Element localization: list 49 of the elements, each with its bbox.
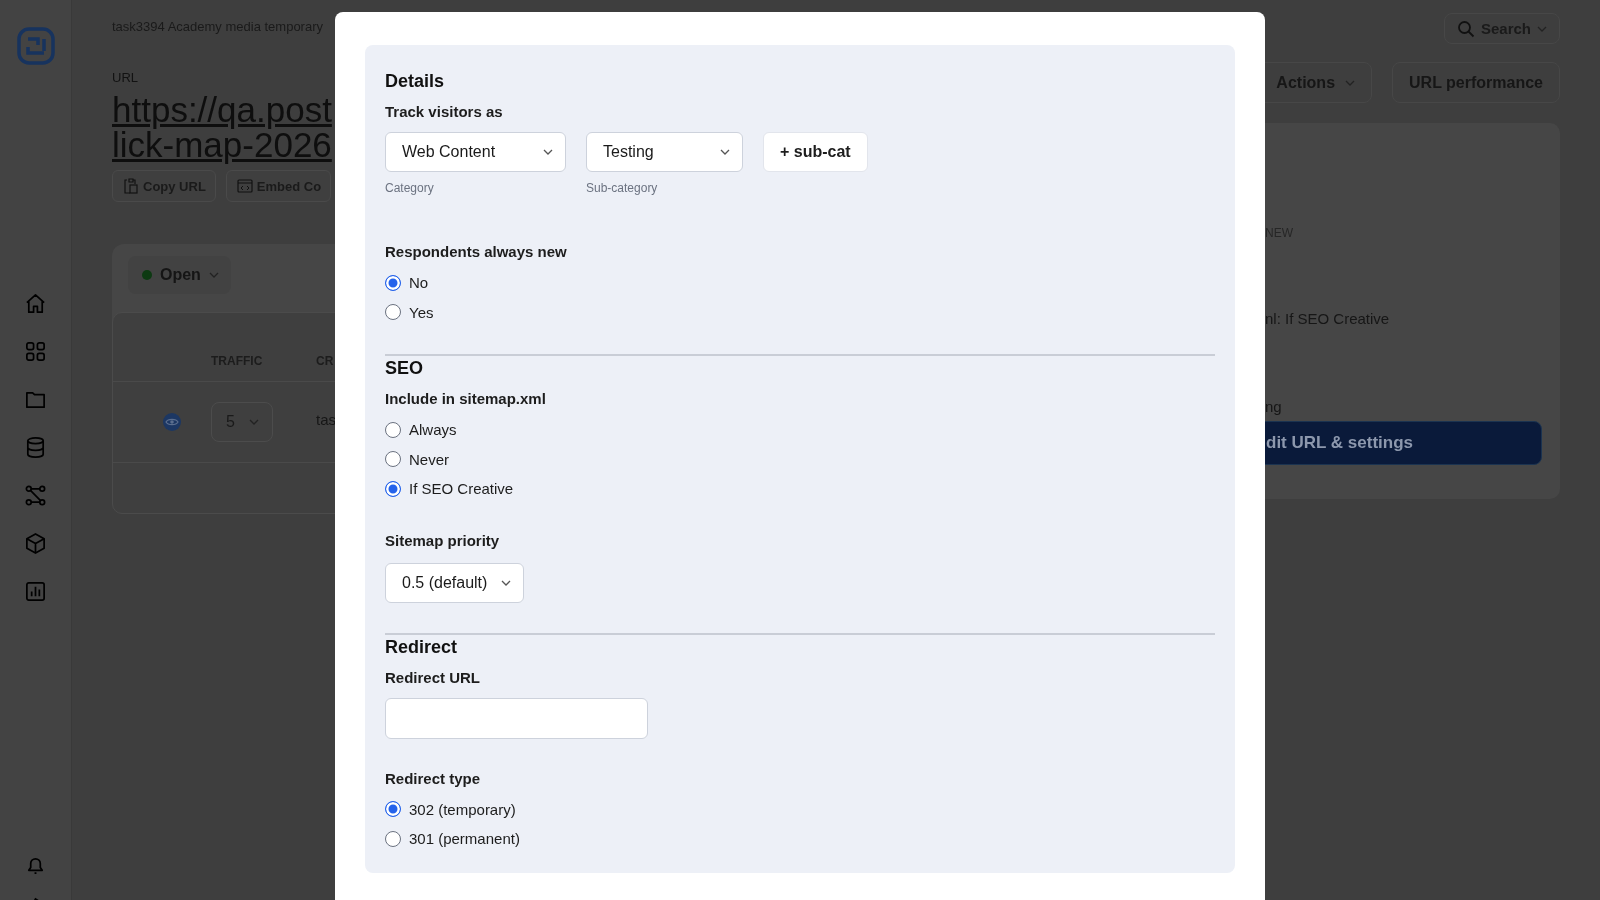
dropdown-select[interactable]: 0.5 (default): [385, 562, 525, 603]
dropdown-select[interactable]: Testing: [586, 132, 743, 172]
section-title: Details: [385, 70, 446, 93]
field-caption: Category: [385, 180, 435, 196]
cube-icon[interactable]: [24, 532, 47, 555]
field-label: Redirect type: [385, 768, 482, 789]
status-dot-icon: [142, 270, 152, 280]
chevron-down-icon: [248, 419, 259, 425]
option-label: Always: [409, 421, 457, 439]
eye-icon[interactable]: [163, 413, 181, 431]
logo-icon[interactable]: [16, 27, 55, 65]
chevron-down-icon: [543, 149, 553, 155]
database-icon[interactable]: [24, 436, 47, 459]
section-title: SEO: [385, 357, 424, 380]
option-label: Never: [409, 450, 449, 468]
option-label: 302 (temporary): [409, 800, 516, 818]
dropdown-select[interactable]: Web Content: [385, 132, 566, 172]
add-subcategory-button[interactable]: + sub-cat: [763, 132, 868, 172]
chevron-down-icon: [501, 579, 512, 586]
radio-button[interactable]: [385, 480, 401, 497]
search-icon: [1456, 19, 1475, 38]
field-label: Respondents always new: [385, 242, 568, 262]
radio-button[interactable]: [385, 830, 401, 847]
field-label: Track visitors as: [385, 102, 504, 122]
option-label: Yes: [409, 303, 434, 321]
chevron-down-icon: [720, 149, 730, 155]
nodes-icon[interactable]: [24, 484, 47, 507]
chevron-down-icon: [208, 272, 219, 278]
radio-button[interactable]: [385, 274, 401, 291]
option-label: No: [409, 274, 429, 292]
clipboard-icon: [122, 177, 140, 195]
option-label: 301 (permanent): [409, 830, 520, 848]
grid-icon[interactable]: [24, 340, 47, 363]
code-window-icon: [235, 177, 254, 195]
radio-button[interactable]: [385, 451, 401, 468]
section-title: Redirect: [385, 635, 459, 659]
field-label: Redirect URL: [385, 667, 482, 688]
input-field[interactable]: [385, 697, 648, 739]
radio-button[interactable]: [385, 304, 401, 321]
radio-button[interactable]: [385, 801, 401, 818]
field-label: Include in sitemap.xml: [385, 389, 547, 409]
chevron-down-icon: [1345, 79, 1356, 86]
field-label: Sitemap priority: [385, 530, 501, 551]
chevron-down-icon: [1537, 25, 1547, 32]
home-icon[interactable]: [24, 292, 47, 315]
radio-button[interactable]: [385, 421, 401, 438]
chart-icon[interactable]: [24, 580, 47, 603]
option-label: If SEO Creative: [409, 480, 514, 498]
field-caption: Sub-category: [586, 180, 659, 196]
